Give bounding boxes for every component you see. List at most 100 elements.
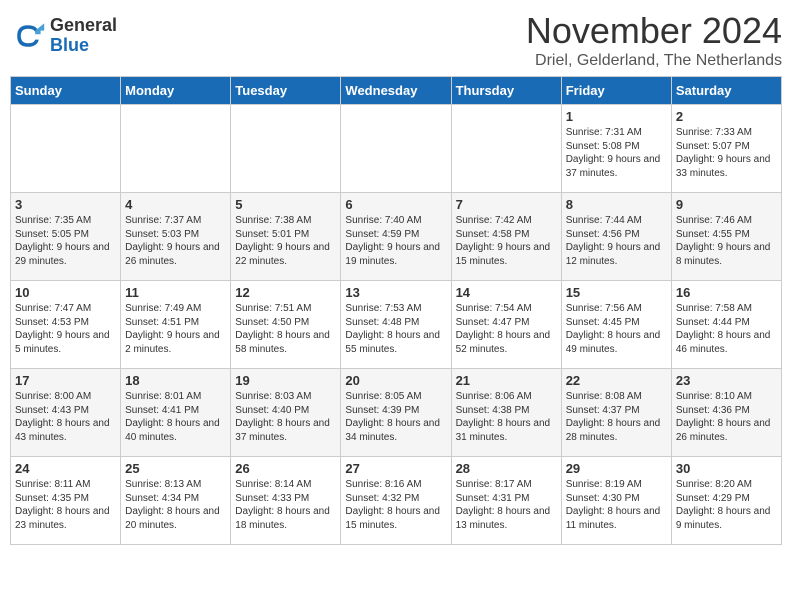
day-number: 24 — [15, 461, 116, 476]
calendar-cell: 2 Sunrise: 7:33 AM Sunset: 5:07 PM Daylig… — [671, 105, 781, 193]
day-number: 23 — [676, 373, 777, 388]
header-wednesday: Wednesday — [341, 77, 451, 105]
header-sunday: Sunday — [11, 77, 121, 105]
day-info: Sunrise: 7:46 AM Sunset: 4:55 PM Dayligh… — [676, 214, 777, 268]
day-number: 29 — [566, 461, 667, 476]
logo-text: General Blue — [50, 16, 117, 56]
calendar-cell: 25 Sunrise: 8:13 AM Sunset: 4:34 PM Dayli… — [121, 457, 231, 545]
day-info: Sunrise: 8:01 AM Sunset: 4:41 PM Dayligh… — [125, 390, 226, 444]
day-info: Sunrise: 8:13 AM Sunset: 4:34 PM Dayligh… — [125, 478, 226, 532]
day-info: Sunrise: 7:42 AM Sunset: 4:58 PM Dayligh… — [456, 214, 557, 268]
day-number: 21 — [456, 373, 557, 388]
day-info: Sunrise: 8:17 AM Sunset: 4:31 PM Dayligh… — [456, 478, 557, 532]
day-info: Sunrise: 8:05 AM Sunset: 4:39 PM Dayligh… — [345, 390, 446, 444]
day-number: 4 — [125, 197, 226, 212]
calendar-table: SundayMondayTuesdayWednesdayThursdayFrid… — [10, 76, 782, 545]
day-info: Sunrise: 8:03 AM Sunset: 4:40 PM Dayligh… — [235, 390, 336, 444]
calendar-cell: 27Sunrise: 8:16 AM Sunset: 4:32 PM Dayli… — [341, 457, 451, 545]
day-number: 2 — [676, 109, 777, 124]
calendar-cell: 14 Sunrise: 7:54 AM Sunset: 4:47 PM Dayli… — [451, 281, 561, 369]
calendar-cell: 11Sunrise: 7:49 AM Sunset: 4:51 PM Dayli… — [121, 281, 231, 369]
calendar-cell: 22 Sunrise: 8:08 AM Sunset: 4:37 PM Dayli… — [561, 369, 671, 457]
logo-blue-text: Blue — [50, 36, 117, 56]
calendar-header-row: SundayMondayTuesdayWednesdayThursdayFrid… — [11, 77, 782, 105]
calendar-cell: 28 Sunrise: 8:17 AM Sunset: 4:31 PM Dayli… — [451, 457, 561, 545]
calendar-cell: 9 Sunrise: 7:46 AM Sunset: 4:55 PM Daylig… — [671, 193, 781, 281]
day-info: Sunrise: 7:54 AM Sunset: 4:47 PM Dayligh… — [456, 302, 557, 356]
calendar-cell: 5 Sunrise: 7:38 AM Sunset: 5:01 PM Daylig… — [231, 193, 341, 281]
calendar-cell — [121, 105, 231, 193]
day-number: 17 — [15, 373, 116, 388]
day-number: 16 — [676, 285, 777, 300]
calendar-cell: 1Sunrise: 7:31 AM Sunset: 5:08 PM Daylig… — [561, 105, 671, 193]
calendar-cell: 24 Sunrise: 8:11 AM Sunset: 4:35 PM Dayli… — [11, 457, 121, 545]
day-info: Sunrise: 7:38 AM Sunset: 5:01 PM Dayligh… — [235, 214, 336, 268]
day-info: Sunrise: 7:44 AM Sunset: 4:56 PM Dayligh… — [566, 214, 667, 268]
day-number: 13 — [345, 285, 446, 300]
day-number: 20 — [345, 373, 446, 388]
calendar-cell: 19 Sunrise: 8:03 AM Sunset: 4:40 PM Dayli… — [231, 369, 341, 457]
week-row-4: 24 Sunrise: 8:11 AM Sunset: 4:35 PM Dayli… — [11, 457, 782, 545]
day-number: 11 — [125, 285, 226, 300]
calendar-cell: 6Sunrise: 7:40 AM Sunset: 4:59 PM Daylig… — [341, 193, 451, 281]
day-number: 19 — [235, 373, 336, 388]
day-info: Sunrise: 8:14 AM Sunset: 4:33 PM Dayligh… — [235, 478, 336, 532]
day-number: 30 — [676, 461, 777, 476]
week-row-2: 10Sunrise: 7:47 AM Sunset: 4:53 PM Dayli… — [11, 281, 782, 369]
day-info: Sunrise: 8:00 AM Sunset: 4:43 PM Dayligh… — [15, 390, 116, 444]
day-info: Sunrise: 7:37 AM Sunset: 5:03 PM Dayligh… — [125, 214, 226, 268]
day-number: 7 — [456, 197, 557, 212]
day-number: 14 — [456, 285, 557, 300]
calendar-cell: 29 Sunrise: 8:19 AM Sunset: 4:30 PM Dayli… — [561, 457, 671, 545]
calendar-cell: 3Sunrise: 7:35 AM Sunset: 5:05 PM Daylig… — [11, 193, 121, 281]
day-info: Sunrise: 7:58 AM Sunset: 4:44 PM Dayligh… — [676, 302, 777, 356]
logo-icon — [10, 18, 46, 54]
calendar-cell: 20 Sunrise: 8:05 AM Sunset: 4:39 PM Dayli… — [341, 369, 451, 457]
calendar-cell — [11, 105, 121, 193]
day-info: Sunrise: 8:19 AM Sunset: 4:30 PM Dayligh… — [566, 478, 667, 532]
calendar-cell: 17 Sunrise: 8:00 AM Sunset: 4:43 PM Dayli… — [11, 369, 121, 457]
day-number: 22 — [566, 373, 667, 388]
day-number: 25 — [125, 461, 226, 476]
day-number: 9 — [676, 197, 777, 212]
day-info: Sunrise: 7:40 AM Sunset: 4:59 PM Dayligh… — [345, 214, 446, 268]
header-monday: Monday — [121, 77, 231, 105]
logo-general-text: General — [50, 16, 117, 36]
week-row-1: 3Sunrise: 7:35 AM Sunset: 5:05 PM Daylig… — [11, 193, 782, 281]
day-info: Sunrise: 7:51 AM Sunset: 4:50 PM Dayligh… — [235, 302, 336, 356]
day-number: 15 — [566, 285, 667, 300]
calendar-cell: 4 Sunrise: 7:37 AM Sunset: 5:03 PM Daylig… — [121, 193, 231, 281]
day-info: Sunrise: 7:56 AM Sunset: 4:45 PM Dayligh… — [566, 302, 667, 356]
day-info: Sunrise: 7:35 AM Sunset: 5:05 PM Dayligh… — [15, 214, 116, 268]
day-info: Sunrise: 7:47 AM Sunset: 4:53 PM Dayligh… — [15, 302, 116, 356]
calendar-cell: 21 Sunrise: 8:06 AM Sunset: 4:38 PM Dayli… — [451, 369, 561, 457]
day-info: Sunrise: 8:16 AM Sunset: 4:32 PM Dayligh… — [345, 478, 446, 532]
day-number: 28 — [456, 461, 557, 476]
calendar-cell — [451, 105, 561, 193]
logo: General Blue — [10, 16, 117, 56]
calendar-cell: 30 Sunrise: 8:20 AM Sunset: 4:29 PM Dayli… — [671, 457, 781, 545]
day-info: Sunrise: 8:08 AM Sunset: 4:37 PM Dayligh… — [566, 390, 667, 444]
header-thursday: Thursday — [451, 77, 561, 105]
week-row-0: 1Sunrise: 7:31 AM Sunset: 5:08 PM Daylig… — [11, 105, 782, 193]
day-info: Sunrise: 8:20 AM Sunset: 4:29 PM Dayligh… — [676, 478, 777, 532]
header-tuesday: Tuesday — [231, 77, 341, 105]
day-info: Sunrise: 8:06 AM Sunset: 4:38 PM Dayligh… — [456, 390, 557, 444]
calendar-cell: 16 Sunrise: 7:58 AM Sunset: 4:44 PM Dayli… — [671, 281, 781, 369]
header-friday: Friday — [561, 77, 671, 105]
day-number: 8 — [566, 197, 667, 212]
calendar-cell: 23 Sunrise: 8:10 AM Sunset: 4:36 PM Dayli… — [671, 369, 781, 457]
day-number: 5 — [235, 197, 336, 212]
calendar-cell: 7 Sunrise: 7:42 AM Sunset: 4:58 PM Daylig… — [451, 193, 561, 281]
day-info: Sunrise: 7:53 AM Sunset: 4:48 PM Dayligh… — [345, 302, 446, 356]
day-info: Sunrise: 7:31 AM Sunset: 5:08 PM Dayligh… — [566, 126, 667, 180]
calendar-cell: 13 Sunrise: 7:53 AM Sunset: 4:48 PM Dayli… — [341, 281, 451, 369]
calendar-cell: 18Sunrise: 8:01 AM Sunset: 4:41 PM Dayli… — [121, 369, 231, 457]
calendar-cell — [231, 105, 341, 193]
day-info: Sunrise: 8:11 AM Sunset: 4:35 PM Dayligh… — [15, 478, 116, 532]
page-header: General Blue November 2024 Driel, Gelder… — [10, 10, 782, 70]
day-info: Sunrise: 8:10 AM Sunset: 4:36 PM Dayligh… — [676, 390, 777, 444]
month-title: November 2024 — [526, 10, 782, 52]
week-row-3: 17 Sunrise: 8:00 AM Sunset: 4:43 PM Dayli… — [11, 369, 782, 457]
day-info: Sunrise: 7:33 AM Sunset: 5:07 PM Dayligh… — [676, 126, 777, 180]
